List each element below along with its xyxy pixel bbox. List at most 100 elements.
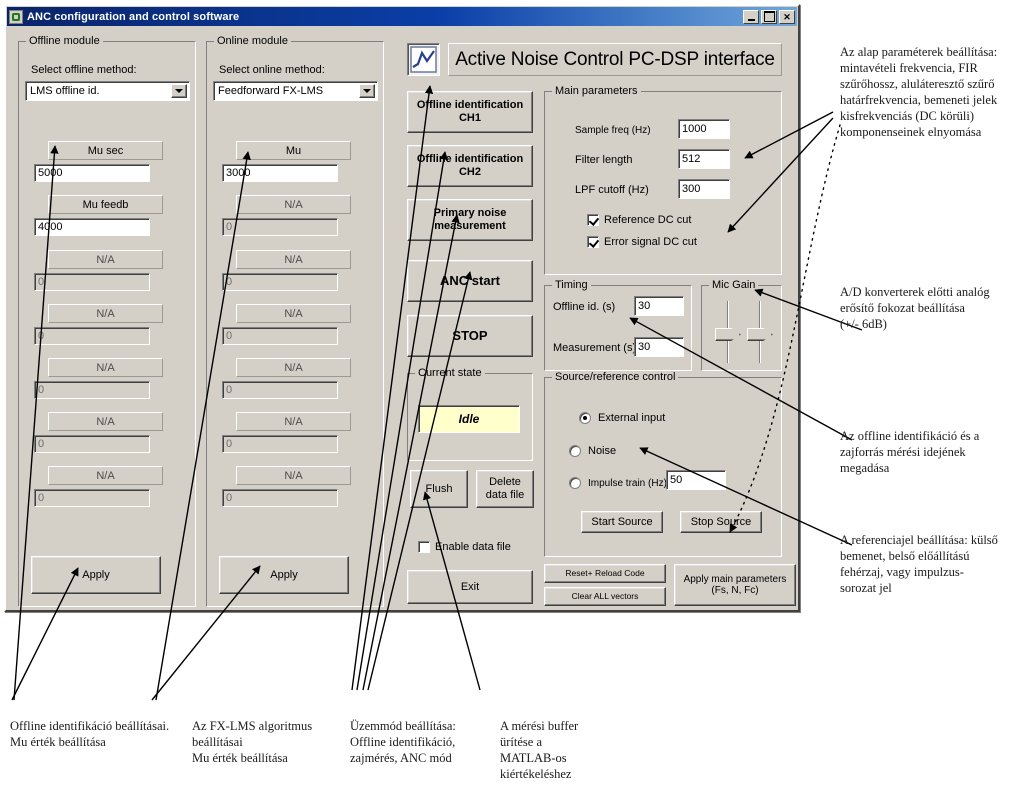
chevron-down-icon[interactable] <box>171 84 187 98</box>
slider-thumb[interactable] <box>747 328 773 341</box>
app-banner: Active Noise Control PC-DSP interface <box>448 43 782 76</box>
offline-row-label-6: N/A <box>48 466 163 485</box>
checkbox-box <box>587 214 599 226</box>
measurement-time-label: Measurement (s) <box>553 342 637 354</box>
offline-row-field-3: 0 <box>34 327 150 345</box>
delete-data-file-button[interactable]: Delete data file <box>476 470 534 508</box>
close-button[interactable]: ✕ <box>779 9 795 24</box>
slider-thumb[interactable] <box>715 328 741 341</box>
error-signal-dc-cut-checkbox[interactable]: Error signal DC cut <box>587 236 697 248</box>
radio-impulse-train[interactable]: Impulse train (Hz) <box>569 477 667 489</box>
exit-button[interactable]: Exit <box>407 570 533 604</box>
online-row-field-6: 0 <box>222 489 338 507</box>
radio-noise[interactable]: Noise <box>569 445 616 457</box>
app-waveform-icon <box>9 9 23 24</box>
offline-row-field-0[interactable]: 5000 <box>34 164 150 182</box>
offline-identification-ch1-button[interactable]: Offline identification CH1 <box>407 91 533 133</box>
start-source-button[interactable]: Start Source <box>581 511 663 533</box>
error-signal-dc-cut-label: Error signal DC cut <box>604 236 697 248</box>
enable-data-file-checkbox[interactable]: Enable data file <box>418 541 511 553</box>
window-client-area: Offline module Select offline method: LM… <box>7 27 797 609</box>
application-window: ANC configuration and control software ✕… <box>4 4 800 612</box>
online-row-label-5: N/A <box>236 412 351 431</box>
online-module-legend: Online module <box>214 35 291 47</box>
offline-method-combo[interactable]: LMS offline id. <box>25 81 190 101</box>
lpf-cutoff-label: LPF cutoff (Hz) <box>575 184 649 196</box>
offline-row-label-4: N/A <box>48 358 163 377</box>
apply-main-parameters-button[interactable]: Apply main parameters (Fs, N, Fc) <box>674 564 796 606</box>
measurement-time-field[interactable]: 30 <box>634 337 684 357</box>
reset-reload-code-button[interactable]: Reset+ Reload Code <box>544 564 666 583</box>
note-mode: Üzemmód beállítása: Offline identifikáci… <box>350 719 456 765</box>
anc-start-button[interactable]: ANC start <box>407 260 533 302</box>
radio-dot <box>569 445 581 457</box>
clear-all-vectors-button[interactable]: Clear ALL vectors <box>544 587 666 606</box>
maximize-button[interactable] <box>761 9 777 24</box>
offline-module-legend: Offline module <box>26 35 103 47</box>
note-offline: Offline identifikáció beállításai. Mu ér… <box>10 719 170 749</box>
stop-source-button[interactable]: Stop Source <box>680 511 762 533</box>
window-title: ANC configuration and control software <box>27 10 240 23</box>
offline-row-field-5: 0 <box>34 435 150 453</box>
status-badge: Idle <box>418 405 520 433</box>
checkbox-box <box>587 236 599 248</box>
current-state-legend: Current state <box>415 367 485 379</box>
minimize-button[interactable] <box>743 9 759 24</box>
online-row-label-1: N/A <box>236 195 351 214</box>
reference-dc-cut-checkbox[interactable]: Reference DC cut <box>587 214 691 226</box>
radio-external-input[interactable]: External input <box>579 412 665 424</box>
online-method-value: Feedforward FX-LMS <box>218 85 324 97</box>
filter-length-label: Filter length <box>575 154 633 166</box>
checkbox-box <box>418 541 430 553</box>
primary-noise-measurement-button[interactable]: Primary noise measurement <box>407 199 533 241</box>
offline-row-label-5: N/A <box>48 412 163 431</box>
note-source: A referenciajel beállítása: külső bemene… <box>840 533 998 595</box>
title-bar[interactable]: ANC configuration and control software ✕ <box>7 7 797 26</box>
offline-row-field-6: 0 <box>34 489 150 507</box>
online-row-field-1: 0 <box>222 218 338 236</box>
offline-row-label-3: N/A <box>48 304 163 323</box>
main-parameters-legend: Main parameters <box>552 85 641 97</box>
offline-identification-ch2-button[interactable]: Offline identification CH2 <box>407 145 533 187</box>
online-row-label-4: N/A <box>236 358 351 377</box>
online-module-group: Online module <box>206 35 384 607</box>
offline-row-label-0: Mu sec <box>48 141 163 160</box>
enable-data-file-label: Enable data file <box>435 541 511 553</box>
radio-external-input-label: External input <box>598 412 666 424</box>
note-buffer: A mérési buffer ürítése a MATLAB-os kiér… <box>500 719 579 781</box>
filter-length-field[interactable]: 512 <box>678 149 730 169</box>
window-controls: ✕ <box>743 9 795 24</box>
offline-row-label-1: Mu feedb <box>48 195 163 214</box>
timing-legend: Timing <box>552 279 591 291</box>
online-row-field-3: 0 <box>222 327 338 345</box>
online-method-combo[interactable]: Feedforward FX-LMS <box>213 81 378 101</box>
reference-dc-cut-label: Reference DC cut <box>604 214 692 226</box>
online-apply-button[interactable]: Apply <box>219 556 349 594</box>
online-row-field-4: 0 <box>222 381 338 399</box>
online-row-label-6: N/A <box>236 466 351 485</box>
note-main-params: Az alap paraméterek beállítása: mintavét… <box>840 45 998 139</box>
sample-freq-label: Sample freq (Hz) <box>575 125 651 136</box>
note-timing: Az offline identifikáció és a zajforrás … <box>840 429 980 475</box>
online-row-field-5: 0 <box>222 435 338 453</box>
mic-gain-slider-2[interactable] <box>747 301 773 363</box>
chevron-down-icon[interactable] <box>359 84 375 98</box>
source-control-legend: Source/reference control <box>552 371 679 383</box>
radio-dot <box>579 412 591 424</box>
offline-module-group: Offline module <box>18 35 196 607</box>
note-fxlms: Az FX-LMS algoritmus beállításai Mu érté… <box>192 719 313 765</box>
offline-row-field-1[interactable]: 4000 <box>34 218 150 236</box>
sample-freq-field[interactable]: 1000 <box>678 119 730 139</box>
offline-row-label-2: N/A <box>48 250 163 269</box>
flush-button[interactable]: Flush <box>410 470 468 508</box>
stop-button[interactable]: STOP <box>407 315 533 357</box>
offline-id-time-field[interactable]: 30 <box>634 296 684 316</box>
radio-dot <box>569 477 581 489</box>
online-row-field-0[interactable]: 3000 <box>222 164 338 182</box>
mic-gain-slider-1[interactable] <box>715 301 741 363</box>
offline-apply-button[interactable]: Apply <box>31 556 161 594</box>
offline-row-field-4: 0 <box>34 381 150 399</box>
impulse-train-freq-field[interactable]: 50 <box>666 470 726 490</box>
lpf-cutoff-field[interactable]: 300 <box>678 179 730 199</box>
online-row-label-2: N/A <box>236 250 351 269</box>
